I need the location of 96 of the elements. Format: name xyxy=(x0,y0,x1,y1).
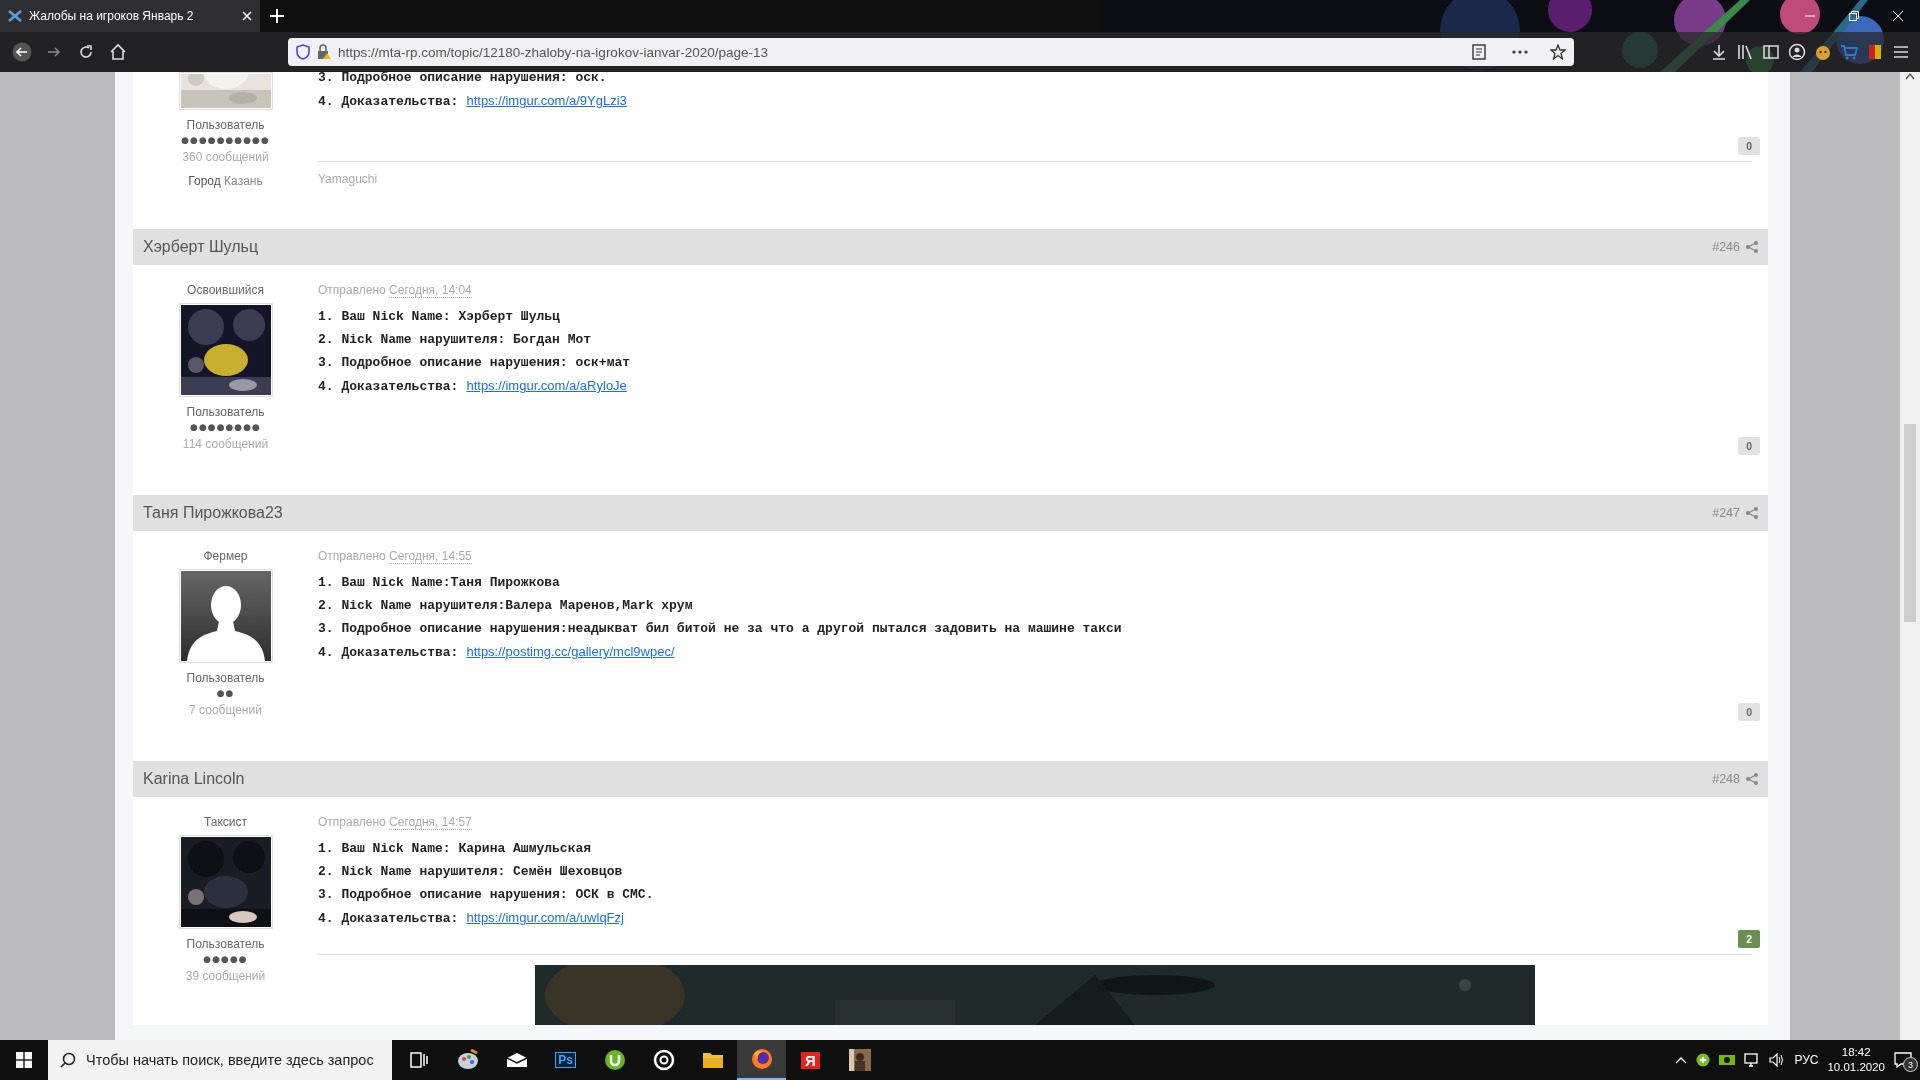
avatar-silhouette-icon xyxy=(178,569,273,663)
post-count: 114 сообщений xyxy=(182,437,269,451)
scroll-up-icon[interactable] xyxy=(1905,72,1915,80)
post-count: 7 сообщений xyxy=(189,703,262,717)
post-line: 4. Доказательства: https://imgur.com/a/uwlqFzj xyxy=(318,909,625,928)
account-icon[interactable] xyxy=(1788,43,1806,61)
member-title: Освоившийся xyxy=(187,283,264,297)
star-icon[interactable] xyxy=(1550,44,1566,60)
post-link[interactable]: https://imgur.com/a/aRyloJe xyxy=(466,378,627,393)
post-link[interactable]: https://imgur.com/a/uwlqFzj xyxy=(466,910,624,925)
member-group: Пользователь xyxy=(186,405,265,419)
lock-icon[interactable] xyxy=(316,44,332,60)
new-tab-icon[interactable] xyxy=(270,9,284,23)
author-name[interactable]: Таня Пирожкова23 xyxy=(143,504,283,522)
post-date: Отправлено Сегодня, 14:55 xyxy=(318,549,473,563)
member-title: Таксист xyxy=(203,815,248,829)
mail-icon xyxy=(505,1052,528,1068)
browser-tab[interactable]: Жалобы на игроков Январь 2 xyxy=(0,0,260,32)
post-date: Отправлено Сегодня, 14:04 xyxy=(318,283,473,297)
volume-icon[interactable] xyxy=(1769,1053,1786,1067)
reputation-badge[interactable]: 0 xyxy=(1738,703,1760,721)
post-count: 39 сообщений xyxy=(185,969,266,983)
post-link[interactable]: https://postimg.cc/gallery/mcl9wpec/ xyxy=(466,644,675,659)
post-line: 4. Доказательства: https://imgur.com/a/aRyloJe xyxy=(318,377,628,396)
post-line: 3. Подробное описание нарушения: оск. xyxy=(318,72,608,87)
search-field[interactable]: Чтобы начать поиск, введите здесь запрос xyxy=(48,1040,392,1080)
caret-icon[interactable] xyxy=(1675,1056,1688,1064)
reader-view-icon[interactable] xyxy=(1472,44,1486,60)
member-group: Пользователь xyxy=(186,118,265,132)
more-icon[interactable] xyxy=(1512,50,1528,54)
post-line: 1. Ваш Nick Name:Таня Пирожкова xyxy=(318,574,561,592)
post-number[interactable]: #247 xyxy=(1712,506,1740,520)
taskbar-app[interactable]: Я xyxy=(786,1040,835,1080)
app-label: Я xyxy=(801,1051,820,1069)
shield-icon[interactable] xyxy=(296,44,310,60)
cart-icon[interactable] xyxy=(1840,43,1858,61)
clock[interactable]: 18:42 10.01.2020 xyxy=(1827,1045,1885,1075)
post-number[interactable]: #248 xyxy=(1712,772,1740,786)
post-line: 4. Доказательства: https://imgur.com/a/9YgLzi3 xyxy=(318,92,628,111)
search-icon xyxy=(60,1052,76,1068)
post-count: 360 сообщений xyxy=(182,150,269,164)
windows-icon xyxy=(16,1052,32,1068)
notification-count: 3 xyxy=(1903,1057,1918,1072)
reputation-badge[interactable]: 2 xyxy=(1738,930,1760,948)
palette-icon xyxy=(456,1049,479,1071)
rank-pips: ●● xyxy=(216,688,235,698)
post-number[interactable]: #246 xyxy=(1712,240,1740,254)
post-line: 3. Подробное описание нарушения: ОСК в СМС. xyxy=(318,886,655,904)
share-icon[interactable] xyxy=(1746,507,1758,519)
share-icon[interactable] xyxy=(1746,773,1758,785)
close-icon[interactable] xyxy=(242,11,252,21)
task-view-icon xyxy=(409,1052,428,1068)
author-name[interactable]: Karina Lincoln xyxy=(143,770,245,788)
input-language[interactable]: РУС xyxy=(1794,1053,1819,1067)
folder-icon xyxy=(701,1051,724,1069)
firefox-icon xyxy=(750,1048,773,1070)
member-title: Фермер xyxy=(203,549,248,563)
post-line: 3. Подробное описание нарушения:неадыкват бил битой не за что а другой пытался задовить на машине такси xyxy=(318,620,1123,638)
post-line: 2. Nick Name нарушителя:Валера Маренов,Mark хрум xyxy=(318,597,694,615)
network-icon[interactable] xyxy=(1744,1053,1761,1067)
post-date: Отправлено Сегодня, 14:57 xyxy=(318,815,473,829)
post-line: 4. Доказательства: https://postimg.cc/gallery/mcl9wpec/ xyxy=(318,643,676,662)
rank-pips: ●●●●● xyxy=(203,954,248,964)
download-icon[interactable] xyxy=(1710,43,1728,61)
signature: Yamaguchi xyxy=(318,172,378,186)
tray-app-icon[interactable] xyxy=(1696,1053,1711,1067)
extension-icon[interactable] xyxy=(1814,43,1832,61)
post-link[interactable]: https://imgur.com/a/9YgLzi3 xyxy=(466,93,627,108)
scrollbar-thumb[interactable] xyxy=(1904,424,1916,622)
ring-icon xyxy=(652,1049,675,1071)
sidebar-icon[interactable] xyxy=(1762,43,1780,61)
post-line: 2. Nick Name нарушителя: Семён Шеховцов xyxy=(318,863,624,881)
app-label: Ps xyxy=(555,1052,576,1068)
address-bar[interactable]: https://mta-rp.com/topic/12180-zhaloby-na-igrokov-ianvar-2020/page-13 xyxy=(288,38,1574,66)
reputation-badge[interactable]: 0 xyxy=(1738,437,1760,455)
member-group: Пользователь xyxy=(186,671,265,685)
torrent-icon xyxy=(603,1049,626,1071)
gpu-icon[interactable] xyxy=(1719,1054,1736,1066)
game-icon xyxy=(848,1049,871,1071)
post-line: 2. Nick Name нарушителя: Богдан Мот xyxy=(318,331,593,349)
post-line: 3. Подробное описание нарушения: оск+мат xyxy=(318,354,632,372)
member-group: Пользователь xyxy=(186,937,265,951)
share-icon[interactable] xyxy=(1746,241,1758,253)
reputation-badge[interactable]: 0 xyxy=(1738,137,1760,155)
library-icon[interactable] xyxy=(1736,43,1754,61)
author-name[interactable]: Хэрберт Шульц xyxy=(143,238,259,256)
post-line: 1. Ваш Nick Name: Карина Ашмульская xyxy=(318,840,593,858)
flag-icon[interactable] xyxy=(1866,43,1884,61)
rank-pips: ●●●●●●●●●● xyxy=(181,135,270,145)
member-city: Город Казань xyxy=(188,174,263,188)
favicon-icon xyxy=(8,9,22,23)
taskbar-app[interactable]: Ps xyxy=(541,1040,590,1080)
post-line: 1. Ваш Nick Name: Хэрберт Шульц xyxy=(318,308,561,326)
menu-icon[interactable] xyxy=(1892,43,1910,61)
notification-icon[interactable] xyxy=(1894,1052,1912,1068)
rank-pips: ●●●●●●●● xyxy=(190,422,261,432)
